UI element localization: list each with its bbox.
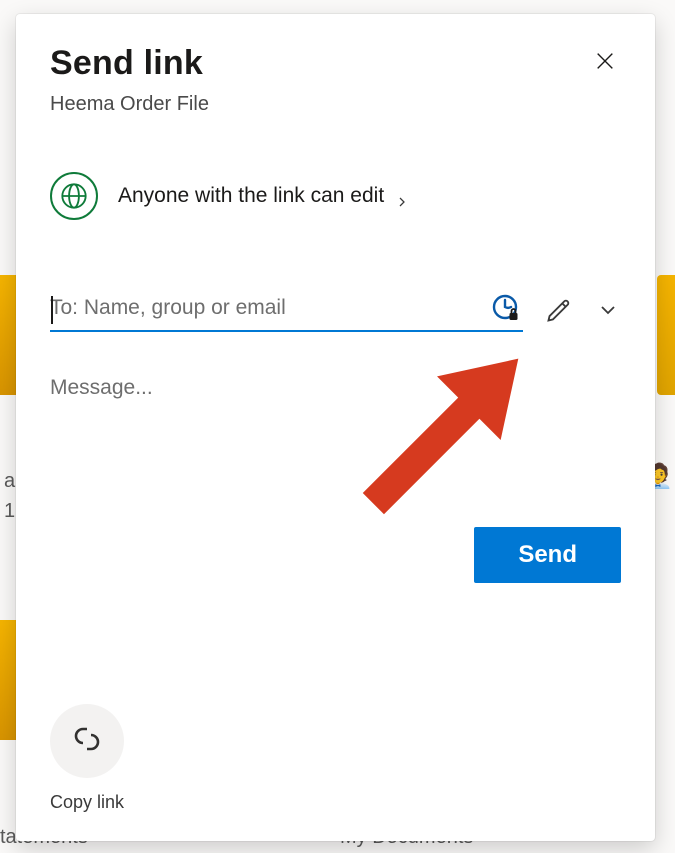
- edit-permission-button[interactable]: [541, 292, 577, 331]
- contact-lookup-icon: [491, 293, 521, 323]
- globe-icon: [50, 172, 98, 220]
- chevron-right-icon: [396, 190, 408, 202]
- recipient-input[interactable]: [50, 290, 491, 326]
- message-area: [50, 376, 621, 429]
- recipient-input-wrap: [50, 290, 523, 332]
- permission-dropdown-button[interactable]: [595, 297, 621, 326]
- send-link-dialog: Send link Heema Order File Anyone with t…: [16, 14, 655, 841]
- link-icon: [67, 719, 107, 764]
- copy-link-circle: [50, 704, 124, 778]
- permission-label: Anyone with the link can edit: [118, 184, 384, 208]
- dialog-title: Send link: [50, 44, 621, 83]
- dialog-footer: Copy link: [50, 674, 621, 813]
- bg-text: a: [4, 470, 15, 493]
- close-button[interactable]: [585, 42, 625, 82]
- dialog-header: Send link Heema Order File: [50, 44, 621, 116]
- pencil-icon: [545, 296, 573, 327]
- link-permission-button[interactable]: Anyone with the link can edit: [50, 172, 621, 220]
- chevron-down-icon: [599, 301, 617, 322]
- send-row: Send: [50, 527, 621, 583]
- text-caret: [51, 296, 53, 324]
- copy-link-label: Copy link: [50, 792, 124, 813]
- close-icon: [594, 50, 616, 75]
- send-button[interactable]: Send: [474, 527, 621, 583]
- copy-link-button[interactable]: Copy link: [50, 704, 124, 813]
- message-input[interactable]: [50, 376, 621, 424]
- permission-text: Anyone with the link can edit: [118, 184, 408, 208]
- bg-text: 1: [4, 500, 15, 523]
- recipient-row: [50, 290, 621, 332]
- file-name: Heema Order File: [50, 93, 621, 116]
- bg-folder-icon: [657, 275, 675, 395]
